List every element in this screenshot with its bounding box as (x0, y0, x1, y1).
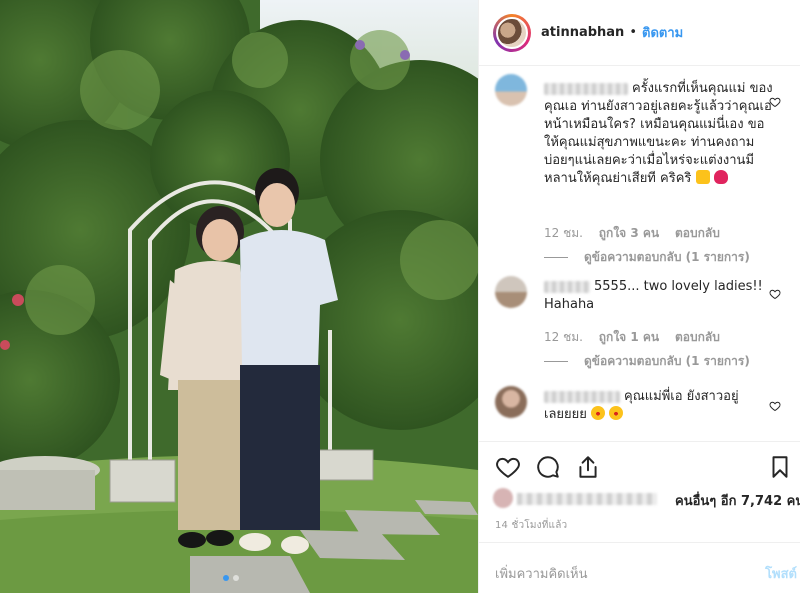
header-separator: • (629, 25, 637, 40)
comment-time[interactable]: 12 ชม. (544, 330, 583, 344)
comment-text: ครั้งแรกที่เห็นคุณแม่ ของคุณเอ ท่านยังสา… (544, 80, 779, 188)
star-eyes-emoji-icon (609, 406, 624, 420)
comment-text-line1: ครั้งแรกที่เห็นคุณแม่ (632, 81, 746, 96)
carousel-dot-active (223, 575, 229, 581)
share-icon[interactable] (575, 454, 601, 480)
comment-likes[interactable]: ถูกใจ 1 คน (599, 330, 659, 344)
liked-by-others[interactable]: คนอื่นๆ อีก 7,742 คน (675, 490, 800, 511)
red-heart-icon (713, 170, 728, 184)
photo-illustration (0, 0, 478, 593)
reply-button[interactable]: ตอบกลับ (675, 226, 720, 240)
post-side-panel: atinnabhan • ติดตาม ครั้งแรกที่เห็นคุณแม… (478, 0, 800, 593)
author-username[interactable]: atinnabhan (541, 25, 624, 40)
replies-line (544, 361, 568, 362)
comment-time[interactable]: 12 ชม. (544, 226, 583, 240)
liker-avatar[interactable] (493, 488, 513, 508)
author-avatar[interactable] (496, 16, 528, 49)
liker-username-blurred[interactable] (517, 493, 657, 505)
post-actions (479, 441, 800, 491)
comment-text-rest: Hahaha (544, 297, 595, 312)
add-comment-input[interactable]: เพิ่มความคิดเห็น (495, 563, 588, 584)
comment-like-icon[interactable] (769, 288, 781, 300)
add-comment-bar: เพิ่มความคิดเห็น โพสต์ (479, 542, 800, 593)
story-ring[interactable] (493, 13, 531, 52)
commenter-avatar[interactable] (495, 276, 527, 308)
liked-by-summary[interactable]: คนอื่นๆ อีก 7,742 คน (493, 488, 800, 510)
view-replies-button[interactable]: ดูข้อความตอบกลับ (1 รายการ) (544, 352, 750, 371)
post-timestamp[interactable]: 14 ชั่วโมงที่แล้ว (495, 518, 567, 533)
commenter-username-blurred[interactable] (544, 390, 620, 403)
comment-text: คุณแม่พี่เอ ยังสาวอยู่ เลยยยย (544, 388, 779, 424)
bookmark-icon[interactable] (767, 454, 793, 480)
star-eyes-emoji-icon (591, 406, 606, 420)
carousel-dots (223, 575, 239, 581)
comment-like-icon[interactable] (769, 96, 781, 108)
view-replies-button[interactable]: ดูข้อความตอบกลับ (1 รายการ) (544, 248, 750, 267)
comment-bubble-icon[interactable] (535, 454, 561, 480)
comment-text-rest: ของคุณเอ ท่านยังสาวอยู่เลยคะรู้แล้วว่าคุ… (544, 81, 773, 186)
reply-button[interactable]: ตอบกลับ (675, 330, 720, 344)
follow-button[interactable]: ติดตาม (642, 22, 683, 43)
post-photo[interactable] (0, 0, 478, 593)
comment-text-line1: คุณแม่พี่เอ ยังสาวอยู่ (624, 389, 739, 404)
replies-line (544, 257, 568, 258)
comments-list[interactable]: ครั้งแรกที่เห็นคุณแม่ ของคุณเอ ท่านยังสา… (479, 66, 800, 441)
carousel-dot (233, 575, 239, 581)
comment-text-line1: 5555... two lovely ladies!! (594, 279, 763, 294)
view-replies-label: ดูข้อความตอบกลับ (1 รายการ) (584, 354, 750, 368)
heart-outline-icon[interactable] (495, 454, 521, 480)
comment-text-rest: เลยยยย (544, 407, 587, 422)
commenter-username-blurred[interactable] (544, 280, 590, 293)
post-header: atinnabhan • ติดตาม (479, 0, 800, 66)
thumbs-up-icon (695, 170, 710, 184)
commenter-avatar[interactable] (495, 386, 527, 418)
post-comment-button[interactable]: โพสต์ (765, 563, 797, 584)
commenter-username-blurred[interactable] (544, 82, 628, 95)
comment-likes[interactable]: ถูกใจ 3 คน (599, 226, 659, 240)
comment-text: 5555... two lovely ladies!! Hahaha (544, 278, 779, 314)
view-replies-label: ดูข้อความตอบกลับ (1 รายการ) (584, 250, 750, 264)
comment-meta: 12 ชม. ถูกใจ 1 คน ตอบกลับ (544, 328, 732, 347)
comment-meta: 12 ชม. ถูกใจ 3 คน ตอบกลับ (544, 224, 732, 243)
commenter-avatar[interactable] (495, 74, 527, 106)
comment-like-icon[interactable] (769, 400, 781, 412)
